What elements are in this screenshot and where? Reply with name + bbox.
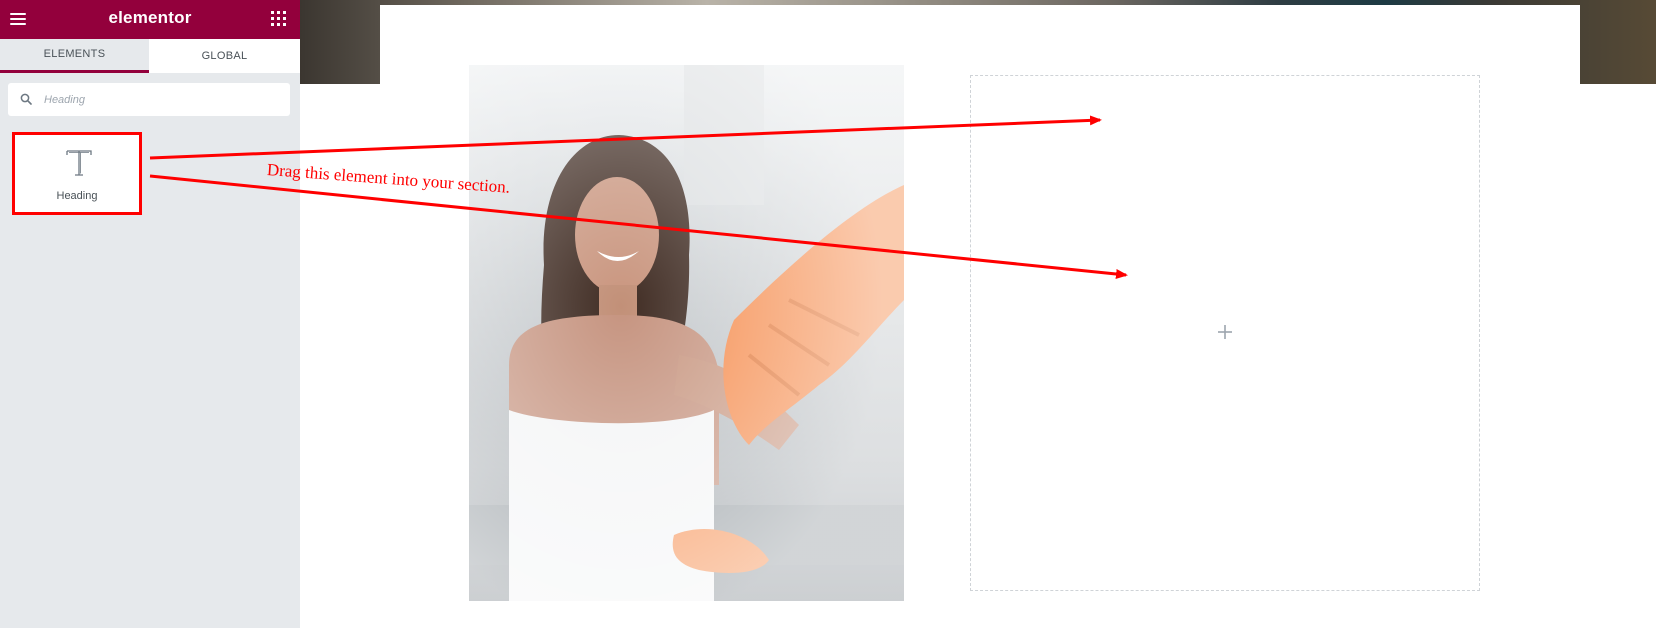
elementor-logo: elementor [108,8,192,27]
hamburger-menu-icon[interactable] [8,10,28,28]
cleaning-woman-photo [469,65,904,601]
empty-column-drop-area[interactable] [970,75,1480,591]
editor-canvas [300,0,1656,628]
elementor-panel: elementor ELEMENTS GLOBAL Heading [0,0,316,628]
search-icon [20,93,32,105]
widget-search [8,83,290,116]
search-input[interactable] [44,83,284,116]
add-element-plus-icon[interactable] [1217,324,1233,340]
widgets-grid-icon[interactable] [271,11,288,28]
tab-elements[interactable]: ELEMENTS [0,39,149,73]
widget-label: Heading [56,190,98,202]
tab-global[interactable]: GLOBAL [149,39,300,73]
heading-widget[interactable]: Heading [12,132,142,215]
heading-t-icon [66,150,92,176]
panel-header: elementor [0,0,300,39]
panel-tabs: ELEMENTS GLOBAL [0,39,300,73]
